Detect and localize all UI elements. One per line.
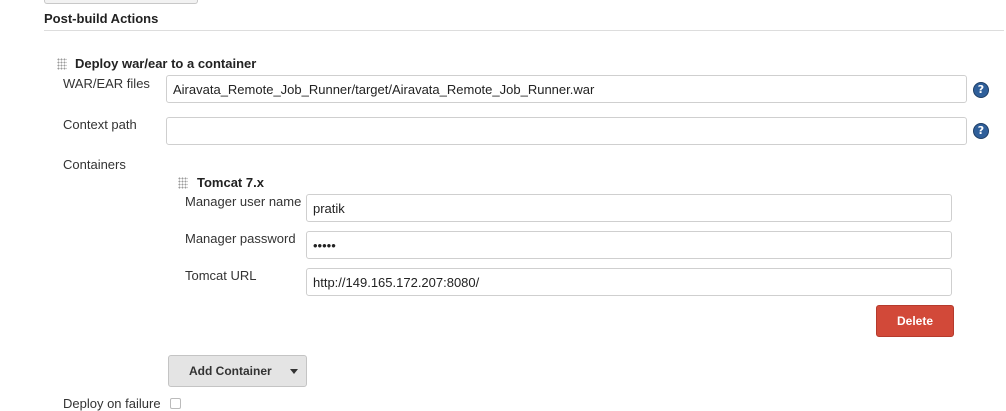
section-divider	[44, 30, 1004, 31]
delete-button[interactable]: Delete	[876, 305, 954, 337]
deploy-on-failure-checkbox[interactable]	[170, 398, 181, 409]
context-path-label: Context path	[63, 117, 137, 132]
deploy-block-title: Deploy war/ear to a container	[75, 56, 257, 71]
add-container-label: Add Container	[189, 364, 272, 378]
manager-password-label: Manager password	[185, 231, 296, 246]
drag-handle-icon[interactable]	[178, 177, 188, 189]
drag-handle-icon[interactable]	[57, 58, 67, 70]
add-container-button[interactable]: Add Container	[168, 355, 307, 387]
context-path-input[interactable]	[166, 117, 967, 145]
manager-username-input[interactable]	[306, 194, 952, 222]
manager-password-input[interactable]	[306, 231, 952, 259]
previous-button-edge[interactable]	[44, 0, 198, 4]
question-circle-icon[interactable]: ?	[973, 82, 989, 98]
containers-label: Containers	[63, 157, 126, 172]
war-files-input[interactable]	[166, 75, 967, 103]
tomcat-block-title: Tomcat 7.x	[197, 175, 264, 190]
tomcat-url-label: Tomcat URL	[185, 268, 257, 283]
question-circle-icon[interactable]: ?	[973, 123, 989, 139]
war-files-label: WAR/EAR files	[63, 76, 150, 91]
section-title: Post-build Actions	[44, 11, 159, 26]
caret-down-icon[interactable]	[290, 369, 298, 374]
manager-username-label: Manager user name	[185, 194, 302, 209]
tomcat-url-input[interactable]	[306, 268, 952, 296]
